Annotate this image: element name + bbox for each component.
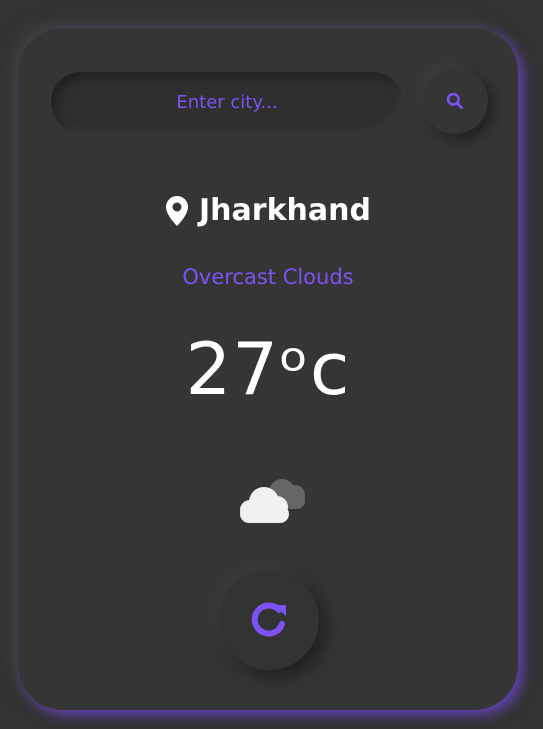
temperature-display: 27 ᵒc: [18, 327, 518, 411]
refresh-icon: [251, 602, 286, 637]
search-button[interactable]: [422, 68, 488, 134]
map-pin-icon: [166, 195, 189, 226]
overcast-clouds-icon: [240, 479, 305, 523]
weather-condition: Overcast Clouds: [182, 265, 354, 289]
search-box[interactable]: [51, 72, 403, 132]
search-icon: [446, 92, 463, 109]
refresh-button[interactable]: [219, 570, 319, 670]
weather-card: Jharkhand Overcast Clouds 27 ᵒc: [18, 28, 518, 710]
temperature-unit: ᵒc: [279, 327, 351, 411]
temperature-value: 27: [185, 327, 280, 411]
city-search-input[interactable]: [75, 90, 379, 114]
location-name: Jharkhand: [199, 193, 371, 228]
location-heading: Jharkhand: [18, 193, 518, 228]
